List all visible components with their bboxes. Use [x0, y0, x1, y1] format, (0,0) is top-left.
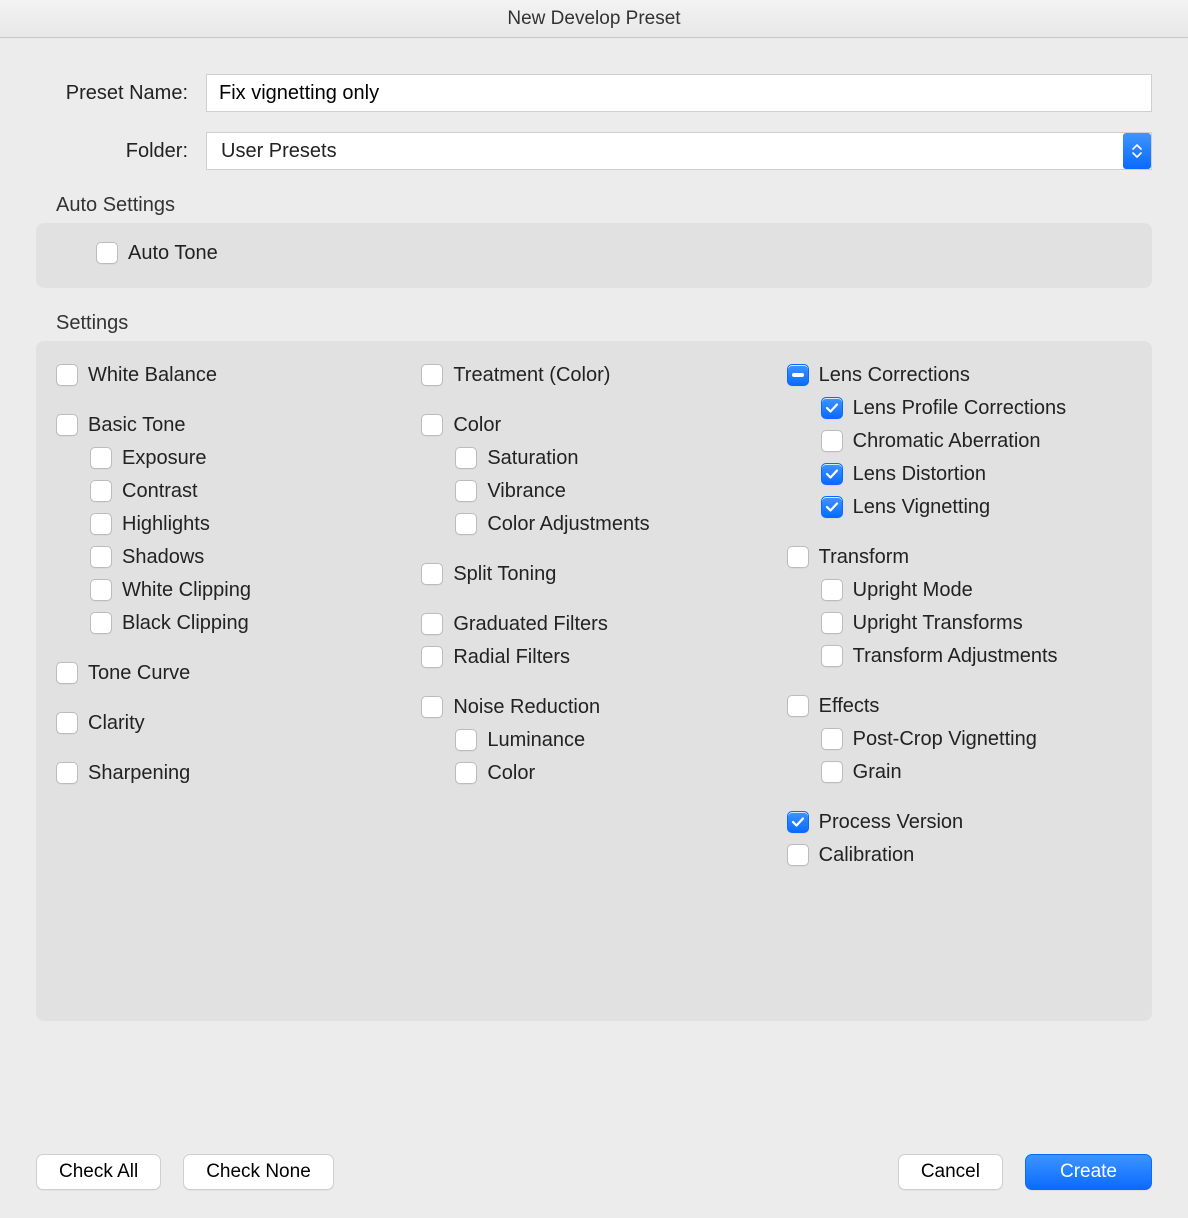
upright-mode-label: Upright Mode [853, 576, 973, 604]
preset-name-label: Preset Name: [36, 82, 206, 105]
auto-settings-heading: Auto Settings [56, 194, 1152, 217]
highlights-checkbox[interactable] [90, 513, 112, 535]
exposure-label: Exposure [122, 444, 207, 472]
settings-col-2: Treatment (Color) Color Saturation Vibra… [421, 361, 766, 1001]
basic-tone-checkbox[interactable] [56, 414, 78, 436]
postcrop-checkbox[interactable] [821, 728, 843, 750]
black-clipping-checkbox[interactable] [90, 612, 112, 634]
basic-tone-label: Basic Tone [88, 411, 185, 439]
preset-name-input[interactable] [206, 74, 1152, 112]
folder-select-value: User Presets [221, 140, 337, 163]
white-balance-label: White Balance [88, 361, 217, 389]
upright-mode-checkbox[interactable] [821, 579, 843, 601]
color-checkbox[interactable] [421, 414, 443, 436]
color-adjustments-checkbox[interactable] [455, 513, 477, 535]
folder-label: Folder: [36, 140, 206, 163]
auto-settings-panel: Auto Tone [36, 223, 1152, 288]
tone-curve-checkbox[interactable] [56, 662, 78, 684]
black-clipping-label: Black Clipping [122, 609, 249, 637]
lens-corrections-checkbox[interactable] [787, 364, 809, 386]
folder-select[interactable]: User Presets [206, 132, 1152, 170]
lens-vignetting-label: Lens Vignetting [853, 493, 991, 521]
clarity-checkbox[interactable] [56, 712, 78, 734]
process-version-label: Process Version [819, 808, 964, 836]
clarity-label: Clarity [88, 709, 145, 737]
lens-corrections-label: Lens Corrections [819, 361, 970, 389]
calibration-checkbox[interactable] [787, 844, 809, 866]
shadows-checkbox[interactable] [90, 546, 112, 568]
check-all-button[interactable]: Check All [36, 1154, 161, 1190]
settings-col-3: Lens Corrections Lens Profile Correction… [787, 361, 1132, 1001]
luminance-label: Luminance [487, 726, 585, 754]
noise-reduction-label: Noise Reduction [453, 693, 600, 721]
sharpening-label: Sharpening [88, 759, 190, 787]
white-clipping-checkbox[interactable] [90, 579, 112, 601]
highlights-label: Highlights [122, 510, 210, 538]
radial-filters-label: Radial Filters [453, 643, 570, 671]
check-none-button[interactable]: Check None [183, 1154, 334, 1190]
exposure-checkbox[interactable] [90, 447, 112, 469]
grain-checkbox[interactable] [821, 761, 843, 783]
radial-filters-checkbox[interactable] [421, 646, 443, 668]
nr-color-checkbox[interactable] [455, 762, 477, 784]
select-arrows-icon [1123, 133, 1151, 169]
graduated-filters-checkbox[interactable] [421, 613, 443, 635]
calibration-label: Calibration [819, 841, 915, 869]
effects-checkbox[interactable] [787, 695, 809, 717]
upright-transforms-label: Upright Transforms [853, 609, 1023, 637]
auto-tone-label: Auto Tone [128, 239, 218, 267]
white-clipping-label: White Clipping [122, 576, 251, 604]
color-label: Color [453, 411, 501, 439]
chromatic-label: Chromatic Aberration [853, 427, 1041, 455]
settings-heading: Settings [56, 312, 1152, 335]
lens-profile-label: Lens Profile Corrections [853, 394, 1066, 422]
grain-label: Grain [853, 758, 902, 786]
lens-profile-checkbox[interactable] [821, 397, 843, 419]
saturation-checkbox[interactable] [455, 447, 477, 469]
vibrance-label: Vibrance [487, 477, 566, 505]
settings-panel: White Balance Basic Tone Exposure Contra… [36, 341, 1152, 1021]
postcrop-label: Post-Crop Vignetting [853, 725, 1037, 753]
transform-label: Transform [819, 543, 909, 571]
split-toning-label: Split Toning [453, 560, 556, 588]
upright-transforms-checkbox[interactable] [821, 612, 843, 634]
lens-vignetting-checkbox[interactable] [821, 496, 843, 518]
process-version-checkbox[interactable] [787, 811, 809, 833]
chromatic-checkbox[interactable] [821, 430, 843, 452]
transform-adjustments-checkbox[interactable] [821, 645, 843, 667]
color-adjustments-label: Color Adjustments [487, 510, 649, 538]
effects-label: Effects [819, 692, 880, 720]
white-balance-checkbox[interactable] [56, 364, 78, 386]
create-button[interactable]: Create [1025, 1154, 1152, 1190]
luminance-checkbox[interactable] [455, 729, 477, 751]
saturation-label: Saturation [487, 444, 578, 472]
tone-curve-label: Tone Curve [88, 659, 190, 687]
cancel-button[interactable]: Cancel [898, 1154, 1003, 1190]
transform-adjustments-label: Transform Adjustments [853, 642, 1058, 670]
nr-color-label: Color [487, 759, 535, 787]
treatment-label: Treatment (Color) [453, 361, 610, 389]
contrast-label: Contrast [122, 477, 198, 505]
contrast-checkbox[interactable] [90, 480, 112, 502]
shadows-label: Shadows [122, 543, 204, 571]
settings-col-1: White Balance Basic Tone Exposure Contra… [56, 361, 401, 1001]
vibrance-checkbox[interactable] [455, 480, 477, 502]
split-toning-checkbox[interactable] [421, 563, 443, 585]
treatment-checkbox[interactable] [421, 364, 443, 386]
graduated-filters-label: Graduated Filters [453, 610, 608, 638]
lens-distortion-checkbox[interactable] [821, 463, 843, 485]
lens-distortion-label: Lens Distortion [853, 460, 986, 488]
sharpening-checkbox[interactable] [56, 762, 78, 784]
titlebar: New Develop Preset [0, 0, 1188, 38]
window-title: New Develop Preset [507, 8, 680, 30]
transform-checkbox[interactable] [787, 546, 809, 568]
auto-tone-checkbox[interactable] [96, 242, 118, 264]
noise-reduction-checkbox[interactable] [421, 696, 443, 718]
